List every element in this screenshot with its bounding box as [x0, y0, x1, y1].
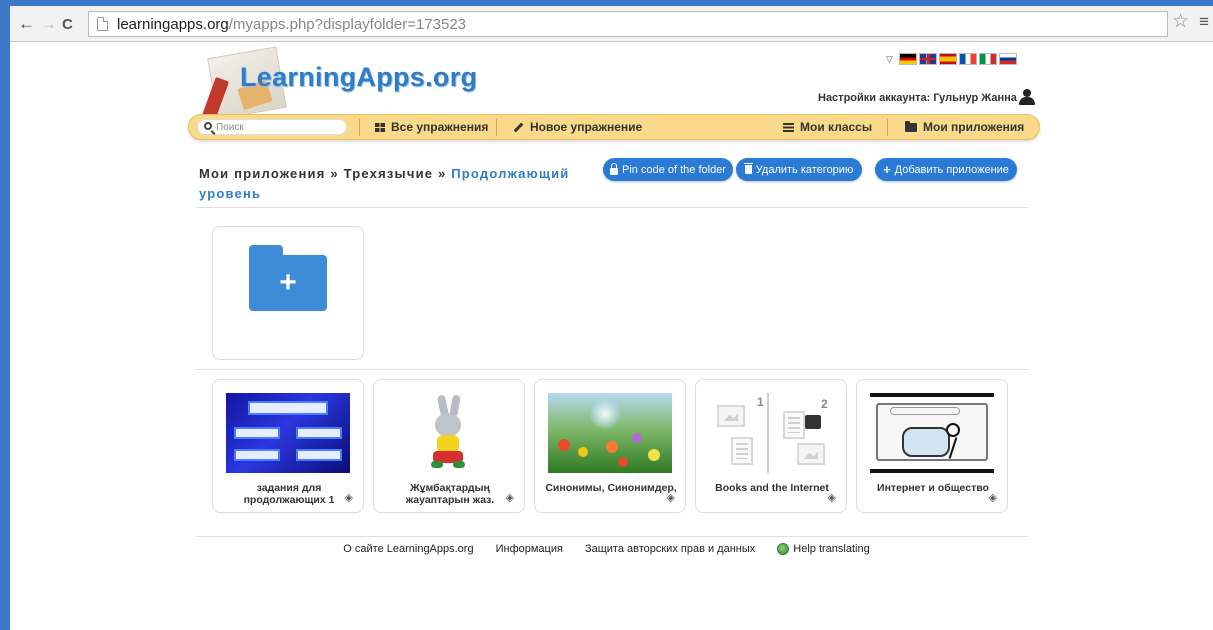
nav-divider — [359, 119, 360, 136]
new-folder-card[interactable]: + — [212, 226, 364, 360]
list-icon — [783, 122, 794, 132]
nav-my-apps[interactable]: Мои приложения — [905, 120, 1024, 134]
app-card[interactable]: Интернет и общество ◈ — [856, 379, 1008, 513]
page-icon — [97, 17, 108, 31]
app-card[interactable]: Жұмбақтардың жауаптарын жаз. ◈ — [373, 379, 525, 513]
footer-info-link[interactable]: Информация — [496, 543, 563, 555]
folder-open-icon — [905, 120, 917, 132]
app-title: задания для продолжающих 1 — [243, 482, 335, 506]
url-domain: learningapps.org — [117, 16, 229, 33]
trash-icon — [743, 163, 753, 174]
main-navbar: Все упражнения Новое упражнение Мои клас… — [188, 114, 1040, 140]
eye-slash-icon[interactable]: ◈ — [667, 491, 675, 504]
lock-icon — [610, 162, 619, 175]
search-box[interactable] — [197, 119, 347, 135]
search-icon — [204, 122, 212, 130]
eye-slash-icon[interactable]: ◈ — [828, 491, 836, 504]
desktop-left-strip — [0, 0, 10, 630]
flag-es-icon[interactable] — [938, 53, 957, 65]
pencil-icon — [513, 122, 524, 132]
eye-slash-icon[interactable]: ◈ — [989, 491, 997, 504]
flag-uk-icon[interactable] — [918, 53, 937, 65]
breadcrumb-root[interactable]: Мои приложения — [199, 166, 326, 181]
divider — [196, 207, 1028, 208]
flag-it-icon[interactable] — [978, 53, 997, 65]
nav-new-exercise[interactable]: Новое упражнение — [513, 120, 642, 134]
app-title: Books and the Internet — [715, 482, 829, 494]
back-arrow-icon[interactable]: ← — [18, 14, 35, 34]
app-title: Интернет и общество — [877, 482, 989, 494]
url-text[interactable]: learningapps.org/myapps.php?displayfolde… — [117, 16, 466, 33]
address-bar[interactable]: learningapps.org/myapps.php?displayfolde… — [88, 11, 1168, 37]
app-card[interactable]: задания для продолжающих 1 ◈ — [212, 379, 364, 513]
breadcrumb-separator: » — [433, 166, 452, 181]
browser-menu-icon[interactable]: ≡ — [1199, 13, 1209, 31]
footer-about-link[interactable]: О сайте LearningApps.org — [343, 543, 473, 555]
user-icon[interactable] — [1019, 89, 1035, 105]
eye-slash-icon[interactable]: ◈ — [345, 491, 353, 504]
language-selector[interactable]: ▽ — [886, 53, 1017, 65]
footer-privacy-link[interactable]: Защита авторских прав и данных — [585, 543, 755, 555]
nav-divider — [887, 119, 888, 136]
delete-category-label: Удалить категорию — [755, 163, 854, 176]
flag-de-icon[interactable] — [898, 53, 917, 65]
reload-icon[interactable]: C — [62, 15, 73, 35]
grid-icon — [375, 122, 385, 132]
logo-text[interactable]: LearningApps.org — [240, 62, 477, 93]
pin-code-label: Pin code of the folder — [622, 163, 726, 176]
nav-all-exercises-label: Все упражнения — [391, 120, 489, 134]
add-app-label: Добавить приложение — [894, 163, 1009, 176]
footer-help-label: Help translating — [793, 543, 870, 555]
flag-ru-icon[interactable] — [998, 53, 1017, 65]
eye-slash-icon[interactable]: ◈ — [506, 491, 514, 504]
app-thumbnail — [548, 393, 672, 473]
browser-toolbar: ← → C learningapps.org/myapps.php?displa… — [10, 6, 1213, 42]
nav-divider — [496, 119, 497, 136]
delete-category-button[interactable]: Удалить категорию — [736, 158, 862, 181]
breadcrumb-separator: » — [325, 166, 344, 181]
footer-links: О сайте LearningApps.org Информация Защи… — [0, 543, 1213, 555]
breadcrumb: Мои приложения » Трехязычие » Продолжающ… — [199, 164, 599, 204]
nav-my-classes-label: Мои классы — [800, 120, 873, 134]
divider — [196, 369, 1028, 370]
language-dropdown-arrow-icon[interactable]: ▽ — [886, 54, 893, 65]
app-title: Жұмбақтардың жауаптарын жаз. — [405, 482, 495, 506]
nav-all-exercises[interactable]: Все упражнения — [375, 120, 488, 134]
nav-my-classes[interactable]: Мои классы — [783, 120, 872, 134]
app-card[interactable]: Синонимы, Синонимдер, ◈ — [534, 379, 686, 513]
bookmark-star-icon[interactable]: ☆ — [1172, 12, 1189, 32]
footer-help-link[interactable]: Help translating — [777, 543, 870, 555]
breadcrumb-parent[interactable]: Трехязычие — [344, 166, 434, 181]
app-thumbnail — [387, 393, 511, 473]
app-thumbnail — [226, 393, 350, 473]
url-path: /myapps.php?displayfolder=173523 — [228, 16, 467, 33]
flag-fr-icon[interactable] — [958, 53, 977, 65]
pin-code-button[interactable]: Pin code of the folder — [603, 158, 733, 181]
add-app-button[interactable]: + Добавить приложение — [875, 158, 1017, 181]
app-thumbnail: 1 2 — [709, 393, 833, 473]
footer-divider — [196, 536, 1028, 537]
app-title: Синонимы, Синонимдер, — [545, 482, 677, 494]
app-thumbnail — [870, 393, 994, 473]
forward-arrow-icon[interactable]: → — [40, 14, 57, 34]
account-settings-link[interactable]: Настройки аккаунта: Гульнур Жанна — [818, 92, 1017, 104]
nav-new-exercise-label: Новое упражнение — [530, 120, 643, 134]
folder-plus-icon: + — [249, 245, 327, 311]
globe-icon — [777, 543, 790, 555]
app-card[interactable]: 1 2 Books and the Internet ◈ — [695, 379, 847, 513]
plus-icon: + — [883, 162, 891, 177]
nav-my-apps-label: Мои приложения — [923, 120, 1025, 134]
search-input[interactable] — [216, 121, 341, 134]
